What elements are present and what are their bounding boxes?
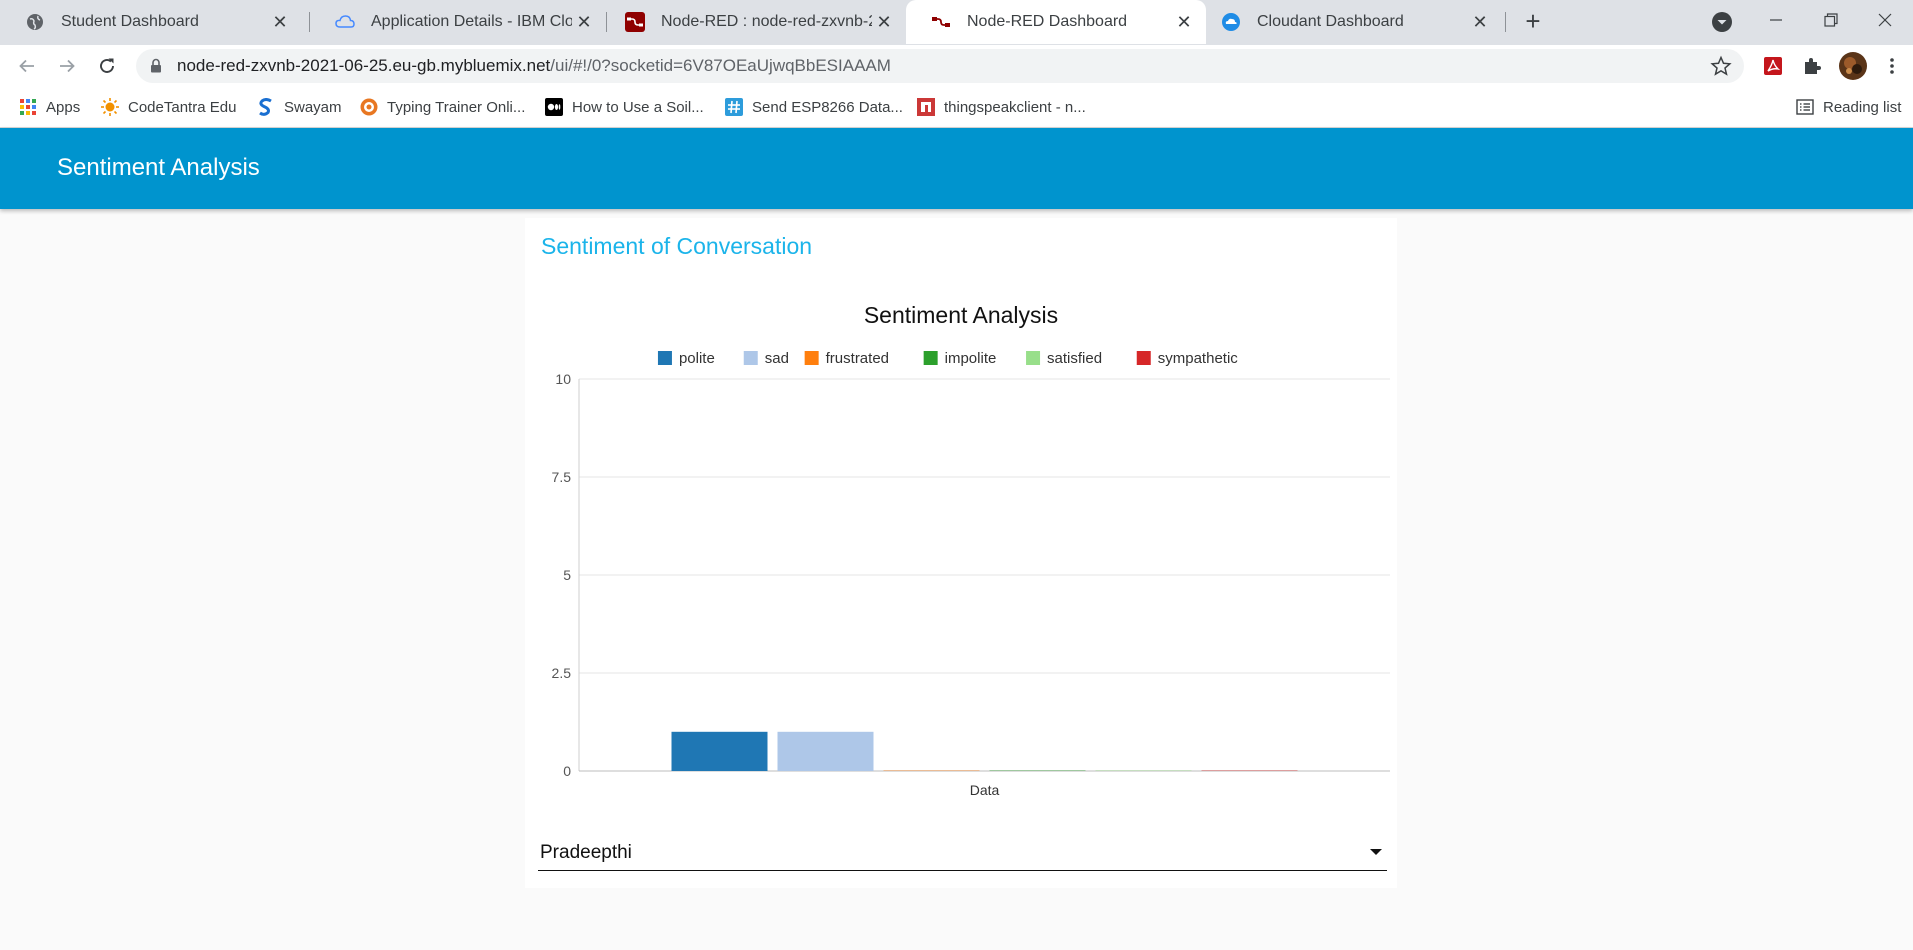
window-close-icon[interactable] [1862, 0, 1908, 40]
close-tab-icon[interactable]: ✕ [268, 12, 292, 33]
bookmark-swayam[interactable]: Swayam [257, 96, 342, 118]
dropdown-caret-icon[interactable] [1370, 849, 1382, 855]
legend-swatch-impolite[interactable] [923, 351, 938, 365]
browser-tab-strip: Student Dashboard ✕ Application Details … [0, 0, 1913, 45]
legend-swatch-frustrated[interactable] [804, 351, 819, 365]
dashboard-header: Sentiment Analysis [0, 128, 1913, 209]
address-bar[interactable]: node-red-zxvnb-2021-06-25.eu-gb.mybluemi… [136, 49, 1744, 83]
bookmark-typing-trainer[interactable]: Typing Trainer Onli... [360, 96, 525, 118]
npm-logo-icon [917, 98, 935, 116]
tab-title: Student Dashboard [61, 13, 199, 30]
adobe-pdf-extension-icon[interactable] [1761, 54, 1785, 78]
back-arrow-icon[interactable] [14, 53, 40, 79]
dropdown-value: Pradeepthi [540, 842, 632, 863]
bookmark-apps[interactable]: Apps [19, 96, 80, 118]
close-tab-icon[interactable]: ✕ [1172, 12, 1196, 33]
bookmarks-bar: Apps CodeTantra Edu Swayam Typing Traine… [0, 87, 1913, 128]
hash-logo-icon [725, 98, 743, 116]
legend-label-frustrated[interactable]: frustrated [826, 350, 889, 367]
reading-list-button[interactable]: Reading list [1796, 96, 1901, 118]
y-tick-label: 10 [555, 371, 571, 387]
close-tab-icon[interactable]: ✕ [872, 12, 896, 33]
legend-label-sad[interactable]: sad [765, 350, 789, 367]
forward-arrow-icon[interactable] [54, 53, 80, 79]
tab-separator [1505, 12, 1506, 32]
reload-icon[interactable] [94, 53, 120, 79]
bookmark-label: CodeTantra Edu [128, 98, 237, 116]
node-red-icon [625, 12, 645, 32]
restore-icon[interactable] [1808, 0, 1854, 40]
chart-title: Sentiment Analysis [864, 302, 1058, 328]
tab-node-red-dashboard[interactable]: Node-RED Dashboard ✕ [906, 0, 1206, 44]
cloudant-icon [1221, 12, 1241, 32]
bookmark-label: Apps [46, 98, 81, 116]
lock-icon[interactable] [150, 58, 162, 78]
bar-impolite[interactable] [989, 770, 1086, 771]
node-red-icon [931, 12, 951, 32]
y-tick-label: 0 [563, 763, 571, 779]
bookmark-star-icon[interactable] [1710, 55, 1732, 82]
y-tick-label: 5 [563, 567, 571, 583]
user-dropdown[interactable]: Pradeepthi [538, 834, 1387, 871]
tab-title: Node-RED Dashboard [967, 13, 1128, 30]
profile-avatar[interactable] [1838, 51, 1868, 81]
legend-swatch-polite[interactable] [657, 351, 672, 365]
close-tab-icon[interactable]: ✕ [572, 12, 596, 33]
browser-toolbar: node-red-zxvnb-2021-06-25.eu-gb.mybluemi… [0, 45, 1913, 87]
swayam-s-icon [257, 98, 275, 116]
legend-swatch-sad[interactable] [743, 351, 758, 365]
y-tick-label: 7.5 [552, 469, 572, 485]
bookmark-codetantra[interactable]: CodeTantra Edu [101, 96, 236, 118]
legend-label-sympathetic[interactable]: sympathetic [1158, 350, 1239, 367]
tab-title: Node-RED : node-red-zxvnb-202 [661, 13, 872, 30]
globe-icon [25, 12, 45, 32]
bookmark-send-esp8266[interactable]: Send ESP8266 Data... [725, 96, 903, 118]
medium-logo-icon [545, 98, 563, 116]
tab-node-red-editor[interactable]: Node-RED : node-red-zxvnb-202 ✕ [600, 0, 906, 44]
bar-sympathetic[interactable] [1201, 770, 1298, 771]
legend-label-polite[interactable]: polite [679, 350, 715, 367]
url-host: node-red-zxvnb-2021-06-25.eu-gb.mybluemi… [177, 56, 551, 75]
bookmark-label: thingspeakclient - n... [944, 98, 1086, 116]
url-text[interactable]: node-red-zxvnb-2021-06-25.eu-gb.mybluemi… [177, 56, 891, 76]
tab-search-icon[interactable] [1710, 10, 1734, 34]
bookmark-thingspeakclient[interactable]: thingspeakclient - n... [917, 96, 1086, 118]
bar-frustrated[interactable] [883, 770, 980, 771]
bookmark-label: Send ESP8266 Data... [752, 98, 903, 116]
tab-application-details[interactable]: Application Details - IBM Cloud ✕ [310, 0, 606, 44]
bar-polite[interactable] [671, 731, 768, 771]
bookmark-label: Swayam [284, 98, 342, 116]
bookmark-label: Typing Trainer Onli... [387, 98, 526, 116]
new-tab-button[interactable]: + [1518, 6, 1548, 36]
bookmark-soil-sensor[interactable]: How to Use a Soil... [545, 96, 704, 118]
ibm-cloud-icon [335, 12, 355, 32]
y-tick-label: 2.5 [552, 665, 572, 681]
sentiment-group-card: Sentiment of Conversation Sentiment Anal… [525, 218, 1397, 888]
minimize-icon[interactable] [1753, 0, 1799, 40]
bar-sad[interactable] [777, 731, 874, 771]
legend-label-impolite[interactable]: impolite [945, 350, 997, 367]
bookmark-label: Reading list [1823, 98, 1902, 116]
chrome-menu-icon[interactable] [1880, 54, 1904, 78]
apps-grid-icon [19, 98, 37, 116]
dashboard-title: Sentiment Analysis [57, 154, 260, 181]
x-tick-label: Data [970, 782, 1000, 798]
sun-icon [101, 98, 119, 116]
sentiment-bar-chart: Sentiment Analysis polite sad frustrated im… [552, 302, 1390, 798]
typing-trainer-icon [360, 98, 378, 116]
extensions-puzzle-icon[interactable] [1800, 54, 1824, 78]
bookmark-label: How to Use a Soil... [572, 98, 704, 116]
tab-title: Application Details - IBM Cloud [371, 13, 572, 30]
legend-label-satisfied[interactable]: satisfied [1047, 350, 1102, 367]
url-path: /ui/#!/0?socketid=6V87OEaUjwqBbESIAAAM [550, 56, 891, 75]
reading-list-icon [1796, 98, 1814, 116]
tab-title: Cloudant Dashboard [1257, 13, 1404, 30]
tab-student-dashboard[interactable]: Student Dashboard ✕ [0, 0, 302, 44]
close-tab-icon[interactable]: ✕ [1468, 12, 1492, 33]
legend-swatch-sympathetic[interactable] [1136, 351, 1151, 365]
legend-swatch-satisfied[interactable] [1026, 351, 1041, 365]
tab-cloudant-dashboard[interactable]: Cloudant Dashboard ✕ [1196, 0, 1502, 44]
bar-satisfied[interactable] [1095, 770, 1192, 771]
